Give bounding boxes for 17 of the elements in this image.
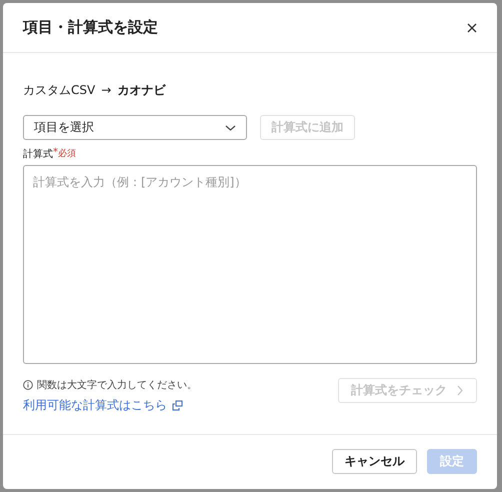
chevron-down-icon: [225, 124, 236, 130]
target-label: カオナビ: [117, 82, 166, 98]
dialog-title: 項目・計算式を設定: [23, 18, 158, 37]
source-label: カスタムCSV: [23, 82, 96, 98]
info-icon: [23, 380, 33, 390]
field-label: 計算式: [23, 148, 53, 161]
item-select[interactable]: 項目を選択: [23, 115, 247, 140]
formula-input-field[interactable]: 計算式を入力（例：[アカウント種別]）: [23, 165, 477, 364]
cancel-button[interactable]: キャンセル: [332, 448, 417, 474]
arrow-text: →: [101, 83, 112, 97]
required-text: 必須: [58, 148, 76, 160]
hint-text: 関数は大文字で入力してください。: [37, 378, 197, 392]
chevron-right-icon: [457, 385, 463, 396]
required-mark: *: [53, 147, 58, 158]
external-link-icon: [172, 400, 183, 411]
close-icon[interactable]: [467, 22, 477, 32]
formula-list-link[interactable]: 利用可能な計算式はこちら: [23, 397, 167, 414]
